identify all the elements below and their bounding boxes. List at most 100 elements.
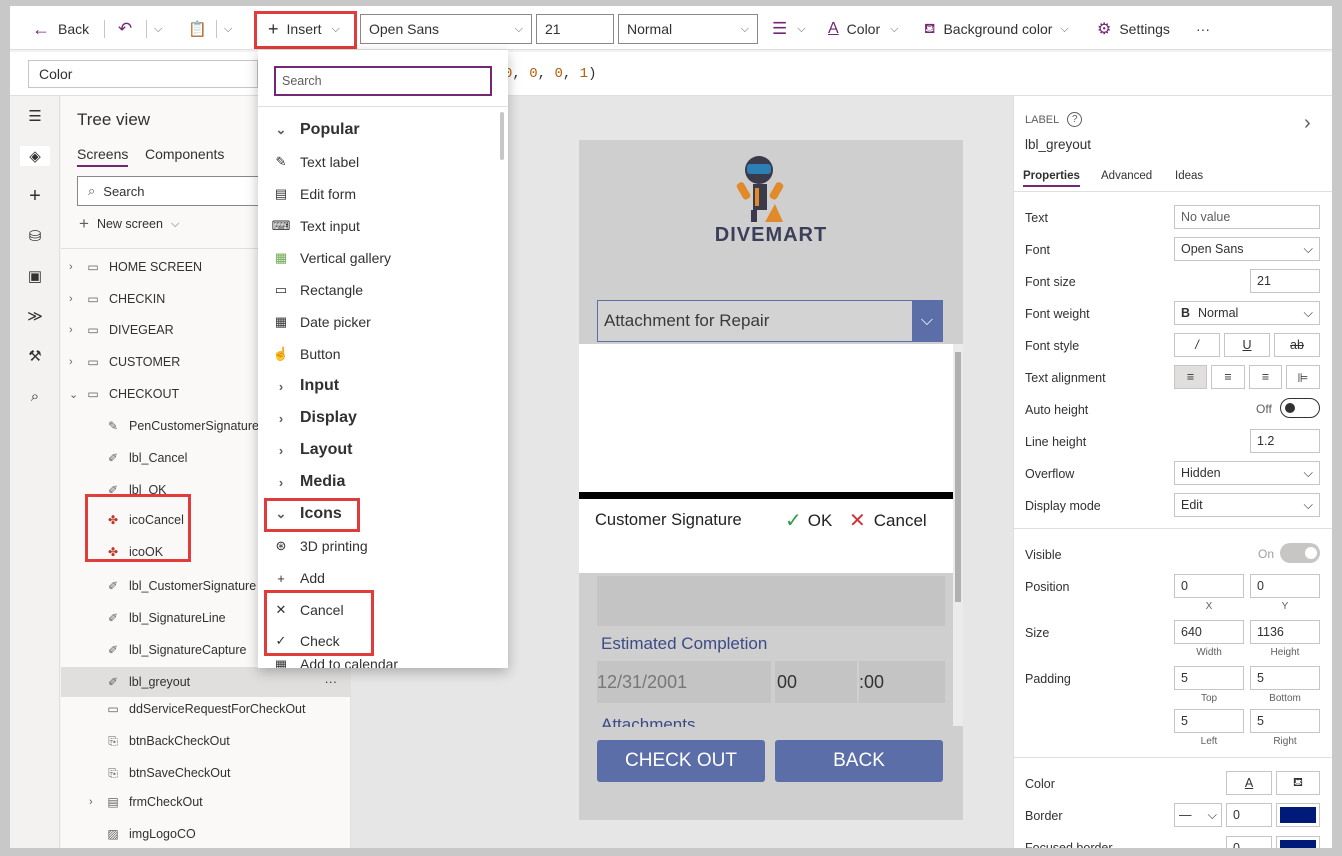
tree-item-control-selected[interactable]: ✐ lbl_greyout ··· <box>61 667 351 697</box>
hamburger-icon[interactable]: ☰ <box>25 106 45 126</box>
width-input[interactable]: 640 <box>1174 620 1244 644</box>
text-prop-input[interactable]: No value <box>1174 205 1320 229</box>
tree-item-control[interactable]: ⎘ btnSaveCheckOut <box>61 758 351 788</box>
tree-item-control[interactable]: ▭ ddServiceRequestForCheckOut <box>61 694 351 724</box>
font-dropdown[interactable]: Open Sans ⌵ <box>360 14 532 44</box>
align-center-button[interactable]: ≡ <box>1211 365 1245 389</box>
fill-color-button[interactable]: ⛾ <box>1276 771 1320 795</box>
more-button[interactable]: ··· <box>1196 14 1210 44</box>
tree-item-control[interactable]: › ▤ frmCheckOut <box>61 787 351 817</box>
background-color-button[interactable]: ⛾ Background color ⌵ <box>924 14 1069 44</box>
power-automate-icon[interactable]: ≫ <box>25 306 45 326</box>
font-size-input[interactable]: 21 <box>536 14 614 44</box>
menu-item[interactable]: ☝ Button <box>258 338 508 370</box>
menu-item[interactable]: › Media <box>258 466 508 498</box>
more-icon[interactable]: ··· <box>325 675 338 689</box>
paste-button[interactable]: 📋 <box>188 14 207 44</box>
border-thickness-input[interactable]: 0 <box>1226 803 1272 827</box>
undo-button[interactable]: ↶ <box>118 14 132 44</box>
undo-chevron[interactable]: ⌵ <box>154 14 162 44</box>
tab-components[interactable]: Components <box>145 146 224 162</box>
menu-item[interactable]: › Layout <box>258 434 508 466</box>
menu-item[interactable]: › Input <box>258 370 508 402</box>
settings-button[interactable]: ⚙ Settings <box>1097 14 1170 44</box>
cancel-icon-button[interactable]: ✕ Cancel <box>849 508 927 533</box>
menu-item[interactable]: ⊛ 3D printing <box>258 530 508 562</box>
focused-border-color-button[interactable] <box>1276 836 1320 848</box>
tab-ideas[interactable]: Ideas <box>1175 170 1203 182</box>
minute-dropdown[interactable]: :00 <box>859 661 945 703</box>
align-left-button[interactable]: ≡ <box>1174 365 1207 389</box>
ok-icon-button[interactable]: ✓ OK <box>785 508 832 533</box>
align-justify-button[interactable]: ⊫ <box>1286 365 1320 389</box>
back-app-button[interactable]: BACK <box>775 740 943 782</box>
database-icon[interactable]: ⛁ <box>25 226 45 246</box>
signature-pen-input[interactable] <box>579 344 953 492</box>
new-screen-button[interactable]: + New screen ⌵ <box>79 214 179 234</box>
align-right-button[interactable]: ≡ <box>1249 365 1282 389</box>
tab-screens[interactable]: Screens <box>77 146 129 167</box>
color-button[interactable]: A Color ⌵ <box>828 14 898 44</box>
tree-item-control[interactable]: ▨ imgLogoCO <box>61 819 351 848</box>
date-picker[interactable]: 12/31/2001 <box>597 661 771 703</box>
border-style-dropdown[interactable]: — ⌵ <box>1174 803 1222 827</box>
menu-item[interactable]: ▤ Edit form <box>258 178 508 210</box>
auto-height-toggle[interactable] <box>1280 398 1320 418</box>
visible-toggle[interactable] <box>1280 543 1320 563</box>
top-caption: Top <box>1200 693 1218 704</box>
tree-item-control[interactable]: ⎘ btnBackCheckOut <box>61 726 351 756</box>
focused-border-input[interactable]: 0 <box>1226 836 1272 848</box>
padding-bottom-input[interactable]: 5 <box>1250 666 1320 690</box>
menu-item[interactable]: ▦ Date picker <box>258 306 508 338</box>
help-icon[interactable]: ? <box>1067 112 1083 127</box>
font-size-prop-input[interactable]: 21 <box>1250 269 1320 293</box>
tab-properties[interactable]: Properties <box>1023 170 1080 187</box>
display-mode-prop-dropdown[interactable]: Edit ⌵ <box>1174 493 1320 517</box>
font-prop-dropdown[interactable]: Open Sans ⌵ <box>1174 237 1320 261</box>
menu-item[interactable]: ▦ Add to calendar <box>258 656 508 668</box>
chevron-right-icon[interactable]: › <box>1304 112 1311 135</box>
align-button[interactable]: ☰ ⌵ <box>772 14 806 44</box>
layers-icon[interactable]: ◈ <box>20 146 50 166</box>
scrollbar-thumb[interactable] <box>955 352 961 602</box>
paste-chevron[interactable]: ⌵ <box>224 14 232 44</box>
tab-advanced[interactable]: Advanced <box>1101 170 1152 182</box>
app-screen[interactable]: DIVEMART Attachment for Repair ⌵ Custome… <box>579 140 963 820</box>
form-scrollbar[interactable] <box>953 344 963 726</box>
menu-item[interactable]: ✎ Text label <box>258 146 508 178</box>
strikethrough-button[interactable]: ab <box>1274 333 1320 357</box>
tree-search-input[interactable]: ⌕ Search <box>77 176 277 206</box>
padding-left-input[interactable]: 5 <box>1174 709 1244 733</box>
border-color-button[interactable] <box>1276 803 1320 827</box>
padding-top-input[interactable]: 5 <box>1174 666 1244 690</box>
insert-plus-icon[interactable]: + <box>25 185 45 207</box>
hour-dropdown[interactable]: 00 <box>775 661 857 703</box>
italic-button[interactable]: / <box>1174 333 1220 357</box>
search-icon[interactable]: ⌕ <box>25 386 45 406</box>
menu-item[interactable]: ▦ Vertical gallery <box>258 242 508 274</box>
font-color-button[interactable]: A <box>1226 771 1272 795</box>
underline-button[interactable]: U <box>1224 333 1270 357</box>
font-weight-prop-dropdown[interactable]: B Normal ⌵ <box>1174 301 1320 325</box>
position-y-input[interactable]: 0 <box>1250 574 1320 598</box>
chevron-right-icon: › <box>89 796 93 808</box>
font-weight-dropdown[interactable]: Normal ⌵ <box>618 14 758 44</box>
overflow-prop-dropdown[interactable]: Hidden ⌵ <box>1174 461 1320 485</box>
padding-right-input[interactable]: 5 <box>1250 709 1320 733</box>
formula-input[interactable]: 0, 0, 0, 1) <box>504 66 596 82</box>
menu-item[interactable]: ⌄ Popular <box>258 114 508 146</box>
menu-item[interactable]: ⌨ Text input <box>258 210 508 242</box>
checkout-button[interactable]: CHECK OUT <box>597 740 765 782</box>
menu-item[interactable]: ▭ Rectangle <box>258 274 508 306</box>
property-selector[interactable]: Color <box>28 60 258 88</box>
tools-icon[interactable]: ⚒ <box>25 346 45 366</box>
position-x-input[interactable]: 0 <box>1174 574 1244 598</box>
media-icon[interactable]: ▣ <box>25 266 45 286</box>
height-input[interactable]: 1136 <box>1250 620 1320 644</box>
menu-item[interactable]: › Display <box>258 402 508 434</box>
screen-icon: ▭ <box>87 292 99 306</box>
line-height-prop-input[interactable]: 1.2 <box>1250 429 1320 453</box>
back-button[interactable]: ← Back <box>32 14 89 44</box>
service-request-dropdown[interactable]: Attachment for Repair ⌵ <box>597 300 943 342</box>
menu-search-input[interactable]: Search <box>274 66 492 96</box>
